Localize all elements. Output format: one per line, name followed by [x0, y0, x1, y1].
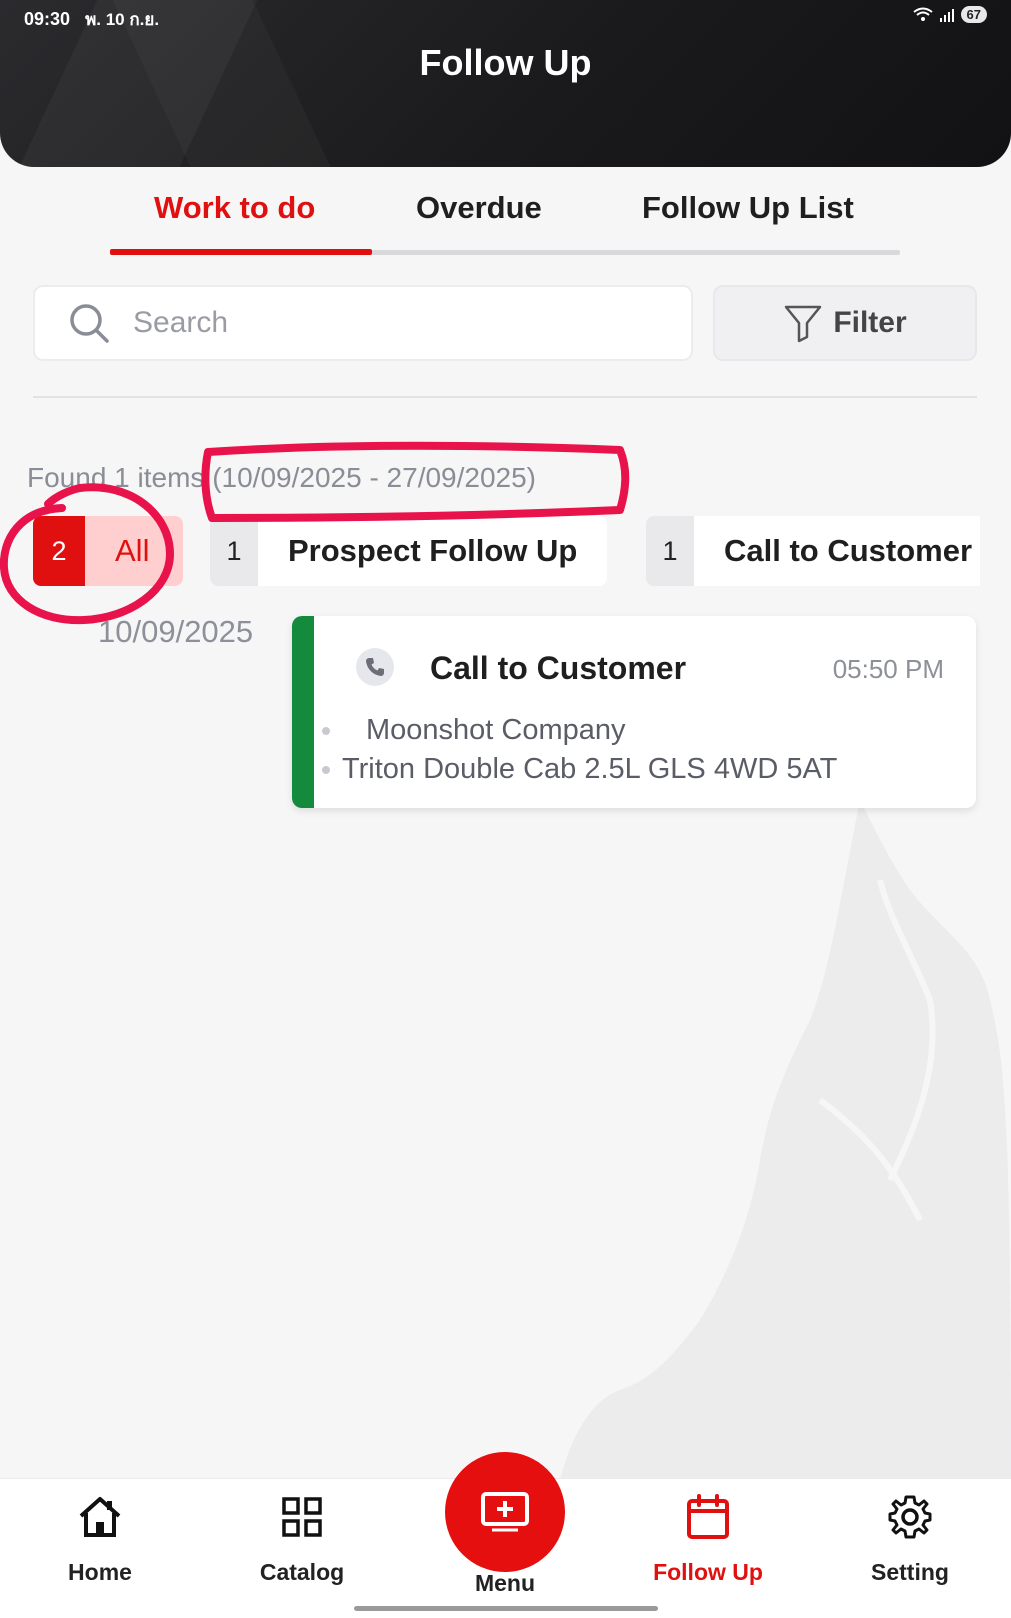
nav-menu-label: Menu	[474, 1570, 536, 1596]
chip-count: 1	[646, 516, 694, 586]
search-icon	[70, 304, 109, 343]
chip-all[interactable]: 2 All	[33, 516, 183, 586]
page-title: Follow Up	[419, 42, 592, 83]
chip-label: All	[115, 533, 150, 568]
plus-square-icon	[481, 1492, 529, 1532]
nav-follow-up[interactable]: Follow Up	[608, 1479, 808, 1618]
card-time: 05:50 PM	[832, 654, 944, 684]
card-vehicle: Triton Double Cab 2.5L GLS 4WD 5AT	[342, 753, 838, 785]
tab-follow-up-list[interactable]: Follow Up List	[642, 190, 854, 226]
wifi-icon	[912, 7, 933, 21]
grid-icon	[276, 1491, 328, 1543]
nav-catalog[interactable]: Catalog	[202, 1479, 402, 1618]
filter-icon	[785, 305, 822, 343]
nav-label: Home	[68, 1559, 132, 1585]
signal-icon	[939, 8, 954, 22]
divider	[33, 396, 977, 398]
bullet-dot	[322, 765, 330, 774]
chip-label: Call to Customer	[724, 533, 973, 568]
gear-icon	[884, 1491, 936, 1543]
calendar-icon	[682, 1491, 734, 1543]
filter-button[interactable]: Filter	[713, 285, 977, 361]
tab-bar: Work to do Overdue Follow Up List	[110, 180, 900, 258]
watermark-graphic	[560, 800, 1011, 1480]
card-vehicle-row: Triton Double Cab 2.5L GLS 4WD 5AT	[322, 753, 837, 786]
card-title: Call to Customer	[430, 650, 687, 686]
card-company-row: Moonshot Company	[322, 714, 626, 747]
nav-home[interactable]: Home	[0, 1479, 200, 1618]
search-input[interactable]	[133, 306, 653, 340]
filter-label: Filter	[833, 306, 907, 339]
status-icons: 67	[912, 6, 987, 23]
app-header: 09:30 พ. 10 ก.ย. 67 Follow Up	[0, 0, 1011, 167]
nav-label: Catalog	[259, 1559, 345, 1585]
phone-icon	[356, 648, 394, 686]
found-count: Found 1 items	[27, 462, 205, 493]
nav-label: Setting	[871, 1559, 949, 1585]
tab-active-indicator	[110, 249, 372, 255]
chip-count: 1	[210, 516, 258, 586]
status-bar-time: 09:30 พ. 10 ก.ย.	[24, 6, 159, 33]
status-stripe	[292, 616, 314, 808]
chip-label: Prospect Follow Up	[288, 533, 578, 568]
nav-label: Follow Up	[653, 1559, 763, 1585]
group-date: 10/09/2025	[98, 614, 254, 649]
home-icon	[74, 1491, 126, 1543]
menu-fab-button[interactable]	[445, 1452, 565, 1572]
battery-indicator: 67	[960, 6, 987, 23]
chip-count: 2	[33, 516, 85, 586]
tab-overdue[interactable]: Overdue	[416, 190, 542, 226]
clock: 09:30	[24, 9, 71, 29]
results-summary: Found 1 items (10/09/2025 - 27/09/2025)	[27, 462, 536, 494]
bullet-dot	[322, 726, 330, 735]
chip-call-to-customer[interactable]: 1 Call to Customer	[646, 516, 980, 586]
chip-prospect-follow-up[interactable]: 1 Prospect Follow Up	[210, 516, 608, 586]
status-date: พ. 10 ก.ย.	[85, 10, 160, 29]
home-indicator-bar	[354, 1606, 658, 1611]
follow-up-card[interactable]: Call to Customer 05:50 PM Moonshot Compa…	[292, 616, 976, 808]
search-box[interactable]	[33, 285, 693, 361]
date-range: (10/09/2025 - 27/09/2025)	[212, 462, 537, 493]
tab-work-to-do[interactable]: Work to do	[154, 190, 315, 226]
card-company: Moonshot Company	[366, 714, 626, 746]
nav-setting[interactable]: Setting	[810, 1479, 1010, 1618]
